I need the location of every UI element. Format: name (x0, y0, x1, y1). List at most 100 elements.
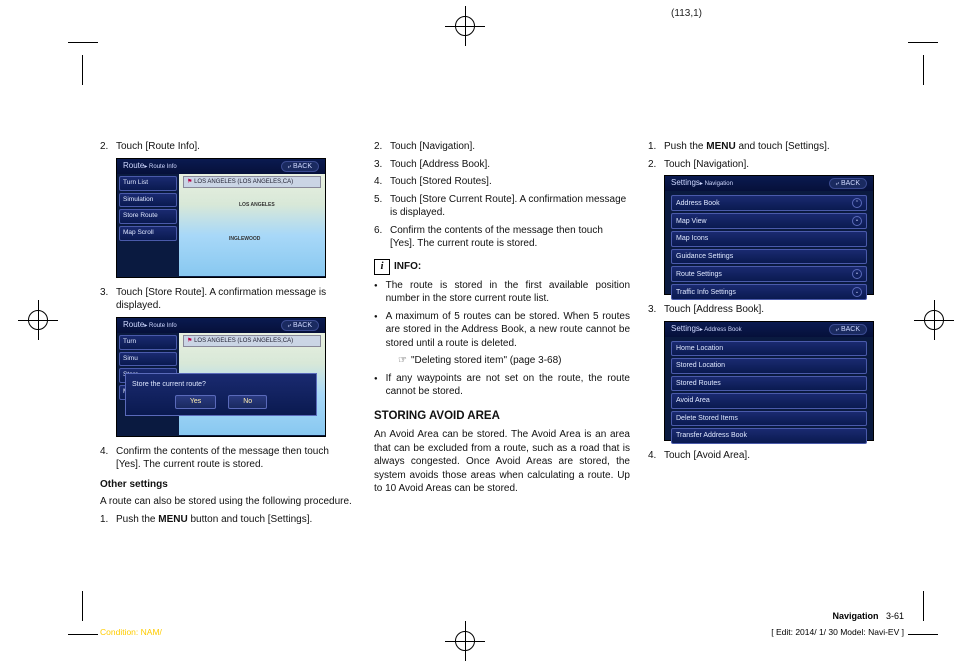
menu-item-store-route[interactable]: Store Route (119, 209, 177, 224)
yes-button[interactable]: Yes (175, 395, 216, 408)
crop-mark (68, 634, 98, 635)
screen-title: Settings▸ Navigation (671, 178, 733, 189)
settings-item-address-book[interactable]: Address Book⌃ (671, 195, 867, 211)
bullet-item: If any waypoints are not set on the rout… (374, 372, 630, 399)
step-list: 2.Touch [Route Info]. (100, 140, 356, 154)
map-destination-label: ⚑ LOS ANGELES (LOS ANGELES,CA) (183, 176, 321, 188)
settings-item-transfer[interactable]: Transfer Address Book (671, 428, 867, 443)
screen-title: Route▸ Route Info (123, 320, 177, 331)
map-city-label: LOS ANGELES (239, 202, 275, 209)
page-content: 2.Touch [Route Info]. Route▸ Route Info … (100, 140, 904, 530)
registration-mark (18, 300, 58, 340)
step-item: 3.Touch [Store Route]. A confirmation me… (100, 286, 356, 313)
back-button[interactable]: ⤶ BACK (829, 324, 867, 335)
scroll-indicator-icon: • (852, 216, 862, 226)
cross-reference: "Deleting stored item" (page 3-68) (398, 354, 630, 368)
crop-mark (908, 634, 938, 635)
menu-item-turn-list[interactable]: Turn List (119, 176, 177, 191)
dialog-message: Store the current route? (132, 380, 310, 389)
settings-item-delete[interactable]: Delete Stored Items (671, 411, 867, 426)
menu-item-map-scroll[interactable]: Map Scroll (119, 226, 177, 241)
settings-item-map-view[interactable]: Map View• (671, 213, 867, 229)
scroll-up-icon[interactable]: ⌃ (852, 198, 862, 208)
step-item: 5.Touch [Store Current Route]. A confirm… (374, 193, 630, 220)
back-button[interactable]: ⤶ BACK (281, 161, 319, 172)
heading-storing-avoid-area: STORING AVOID AREA (374, 409, 630, 425)
settings-list: Home Location Stored Location Stored Rou… (665, 337, 873, 448)
screen-header: Route▸ Route Info ⤶ BACK (117, 318, 325, 333)
step-list: 3.Touch [Address Book]. (648, 303, 904, 317)
column-2: 2.Touch [Navigation]. 3.Touch [Address B… (374, 140, 630, 530)
crop-mark (908, 42, 938, 43)
step-item: 4.Confirm the contents of the message th… (100, 445, 356, 472)
scroll-indicator-icon: • (852, 269, 862, 279)
menu-item[interactable]: Turn (119, 335, 177, 350)
step-list: 2.Touch [Navigation]. 3.Touch [Address B… (374, 140, 630, 251)
step-item: 2.Touch [Route Info]. (100, 140, 356, 154)
settings-item-route[interactable]: Route Settings• (671, 266, 867, 282)
crop-mark (68, 42, 98, 43)
settings-item-guidance[interactable]: Guidance Settings (671, 249, 867, 264)
settings-item-stored-routes[interactable]: Stored Routes (671, 376, 867, 391)
reference-icon (398, 355, 411, 366)
settings-item-stored-location[interactable]: Stored Location (671, 358, 867, 373)
crop-mark (82, 55, 83, 85)
info-callout: i INFO: (374, 259, 630, 275)
info-icon: i (374, 259, 390, 275)
settings-list: Address Book⌃ Map View• Map Icons Guidan… (665, 191, 873, 304)
info-label: INFO: (394, 260, 421, 274)
screen-title: Settings▸ Address Book (671, 324, 742, 335)
back-button[interactable]: ⤶ BACK (829, 178, 867, 189)
step-item: 4.Touch [Avoid Area]. (648, 449, 904, 463)
step-item: 3.Touch [Address Book]. (648, 303, 904, 317)
screen-header: Settings▸ Navigation ⤶ BACK (665, 176, 873, 191)
column-1: 2.Touch [Route Info]. Route▸ Route Info … (100, 140, 356, 530)
bullet-item: A maximum of 5 routes can be stored. Whe… (374, 310, 630, 351)
step-list: 3.Touch [Store Route]. A confirmation me… (100, 286, 356, 313)
scroll-down-icon[interactable]: ⌄ (852, 287, 862, 297)
confirmation-dialog: Store the current route? Yes No (125, 373, 317, 416)
registration-mark (914, 300, 954, 340)
paragraph: An Avoid Area can be stored. The Avoid A… (374, 428, 630, 496)
column-3: 1.Push the MENU and touch [Settings]. 2.… (648, 140, 904, 530)
page-number: Navigation 3-61 (832, 611, 904, 621)
no-button[interactable]: No (228, 395, 267, 408)
step-item: 2.Touch [Navigation]. (374, 140, 630, 154)
settings-item-map-icons[interactable]: Map Icons (671, 231, 867, 246)
step-list: 1.Push the MENU button and touch [Settin… (100, 513, 356, 527)
settings-item-home[interactable]: Home Location (671, 341, 867, 356)
condition-label: Condition: NAM/ (100, 627, 162, 637)
info-bullet-list: The route is stored in the first availab… (374, 279, 630, 351)
bullet-item: The route is stored in the first availab… (374, 279, 630, 306)
map-view[interactable]: ⚑ LOS ANGELES (LOS ANGELES,CA) LOS ANGEL… (179, 174, 325, 276)
nav-screenshot-settings-address-book: Settings▸ Address Book ⤶ BACK Home Locat… (664, 321, 874, 441)
screen-header: Settings▸ Address Book ⤶ BACK (665, 322, 873, 337)
step-item: 1.Push the MENU button and touch [Settin… (100, 513, 356, 527)
crop-mark (923, 591, 924, 621)
map-city-label: INGLEWOOD (229, 236, 260, 243)
crop-mark (923, 55, 924, 85)
page-coordinate: (113,1) (671, 8, 702, 19)
step-item: 6.Confirm the contents of the message th… (374, 224, 630, 251)
screen-header: Route▸ Route Info ⤶ BACK (117, 159, 325, 174)
info-bullet-list: If any waypoints are not set on the rout… (374, 372, 630, 399)
crop-mark (82, 591, 83, 621)
registration-mark (445, 6, 485, 46)
nav-screenshot-settings-navigation: Settings▸ Navigation ⤶ BACK Address Book… (664, 175, 874, 295)
back-button[interactable]: ⤶ BACK (281, 320, 319, 331)
screen-side-menu: Turn List Simulation Store Route Map Scr… (117, 174, 179, 276)
nav-screenshot-store-route-dialog: Route▸ Route Info ⤶ BACK Turn Simu Store… (116, 317, 326, 437)
page-meta: Condition: NAM/ [ Edit: 2014/ 1/ 30 Mode… (100, 627, 904, 637)
menu-item-simulation[interactable]: Simulation (119, 193, 177, 208)
settings-item-avoid-area[interactable]: Avoid Area (671, 393, 867, 408)
settings-item-traffic[interactable]: Traffic Info Settings⌄ (671, 284, 867, 300)
step-item: 2.Touch [Navigation]. (648, 158, 904, 172)
menu-item[interactable]: Simu (119, 352, 177, 367)
edit-info: [ Edit: 2014/ 1/ 30 Model: Navi-EV ] (771, 627, 904, 637)
nav-screenshot-route-info: Route▸ Route Info ⤶ BACK Turn List Simul… (116, 158, 326, 278)
screen-title: Route▸ Route Info (123, 161, 177, 172)
map-destination-label: ⚑ LOS ANGELES (LOS ANGELES,CA) (183, 335, 321, 347)
paragraph: A route can also be stored using the fol… (100, 495, 356, 509)
step-list: 4.Touch [Avoid Area]. (648, 449, 904, 463)
step-list: 1.Push the MENU and touch [Settings]. 2.… (648, 140, 904, 171)
